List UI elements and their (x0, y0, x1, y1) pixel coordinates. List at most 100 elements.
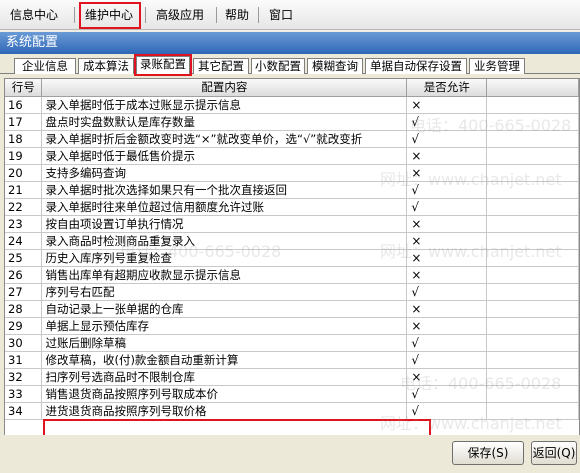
row-allowed-toggle[interactable]: √ (406, 113, 488, 131)
row-allowed-toggle[interactable]: √ (406, 198, 488, 216)
row-allowed-toggle[interactable]: × (406, 317, 488, 335)
row-number: 22 (5, 198, 43, 216)
row-filler (486, 164, 579, 182)
config-grid[interactable]: 行号 配置内容 是否允许 16 录入单据时低于成本过账显示提示信息 × 17 盘点时实… (4, 78, 580, 473)
row-filler (486, 232, 579, 250)
table-row[interactable]: 34 进货退货商品按照序列号取价格 √ (5, 402, 579, 420)
row-filler (486, 113, 579, 131)
table-row[interactable]: 20 支持多编码查询 × (5, 164, 579, 182)
column-header-content[interactable]: 配置内容 (41, 79, 408, 97)
row-number: 34 (5, 402, 43, 420)
back-button[interactable]: 返回(Q) (531, 441, 577, 465)
row-number: 20 (5, 164, 43, 182)
row-allowed-toggle[interactable]: × (406, 266, 488, 284)
column-header-allowed[interactable]: 是否允许 (406, 79, 488, 97)
tab-fuzzy-search[interactable]: 模糊查询 (307, 58, 363, 74)
table-row[interactable]: 19 录入单据时低于最低售价提示 × (5, 147, 579, 165)
table-row[interactable]: 25 历史入库序列号重复检查 × (5, 249, 579, 267)
row-number: 28 (5, 300, 43, 318)
config-table: 行号 配置内容 是否允许 16 录入单据时低于成本过账显示提示信息 × 17 盘点时实… (5, 79, 579, 420)
save-button[interactable]: 保存(S) (452, 441, 524, 465)
menu-maintenance-center[interactable]: 维护中心 (80, 5, 138, 25)
row-allowed-toggle[interactable]: × (406, 249, 488, 267)
row-allowed-toggle[interactable]: × (406, 147, 488, 165)
row-content: 盘点时实盘数默认是库存数量 (41, 113, 408, 131)
row-allowed-toggle[interactable]: √ (406, 351, 488, 369)
row-filler (486, 334, 579, 352)
row-number: 19 (5, 147, 43, 165)
row-allowed-toggle[interactable]: × (406, 96, 488, 114)
row-content: 历史入库序列号重复检查 (41, 249, 408, 267)
row-content: 支持多编码查询 (41, 164, 408, 182)
row-filler (486, 300, 579, 318)
tab-company-info[interactable]: 企业信息 (14, 58, 76, 74)
row-number: 26 (5, 266, 43, 284)
row-content: 录入单据时低于最低售价提示 (41, 147, 408, 165)
row-number: 18 (5, 130, 43, 148)
row-allowed-toggle[interactable]: × (406, 215, 488, 233)
row-content: 录入商品时检测商品重复录入 (41, 232, 408, 250)
row-filler (486, 317, 579, 335)
table-row[interactable]: 18 录入单据时折后金额改变时选“×”就改变单价，选“√”就改变折 √ (5, 130, 579, 148)
row-allowed-toggle[interactable]: × (406, 164, 488, 182)
row-filler (486, 351, 579, 369)
table-row[interactable]: 30 过账后删除草稿 √ (5, 334, 579, 352)
row-number: 17 (5, 113, 43, 131)
row-allowed-toggle[interactable]: √ (406, 283, 488, 301)
menu-separator (216, 7, 217, 23)
row-content: 录入单据时批次选择如果只有一个批次直接返回 (41, 181, 408, 199)
table-row[interactable]: 24 录入商品时检测商品重复录入 × (5, 232, 579, 250)
row-content: 按自由项设置订单执行情况 (41, 215, 408, 233)
tab-business-management[interactable]: 业务管理 (469, 58, 525, 74)
tab-decimal-config[interactable]: 小数配置 (251, 58, 305, 74)
table-row[interactable]: 21 录入单据时批次选择如果只有一个批次直接返回 √ (5, 181, 579, 199)
table-row[interactable]: 26 销售出库单有超期应收款显示提示信息 × (5, 266, 579, 284)
table-row[interactable]: 23 按自由项设置订单执行情况 × (5, 215, 579, 233)
row-content: 序列号右匹配 (41, 283, 408, 301)
menu-advanced[interactable]: 高级应用 (150, 5, 210, 25)
row-filler (486, 249, 579, 267)
row-number: 24 (5, 232, 43, 250)
row-allowed-toggle[interactable]: × (406, 368, 488, 386)
tab-other-config[interactable]: 其它配置 (193, 58, 249, 74)
row-allowed-toggle[interactable]: √ (406, 334, 488, 352)
tab-entry-config[interactable]: 录账配置 (136, 56, 190, 75)
table-row[interactable]: 28 自动记录上一张单据的仓库 × (5, 300, 579, 318)
row-number: 27 (5, 283, 43, 301)
table-row[interactable]: 31 修改草稿，收(付)款金额自动重新计算 √ (5, 351, 579, 369)
row-filler (486, 130, 579, 148)
table-row[interactable]: 32 扫序列号选商品时不限制仓库 × (5, 368, 579, 386)
button-bar: 保存(S) 返回(Q) (0, 435, 580, 473)
row-content: 进货退货商品按照序列号取价格 (41, 402, 408, 420)
row-allowed-toggle[interactable]: √ (406, 181, 488, 199)
row-content: 销售出库单有超期应收款显示提示信息 (41, 266, 408, 284)
row-content: 过账后删除草稿 (41, 334, 408, 352)
row-allowed-toggle[interactable]: √ (406, 402, 488, 420)
row-content: 单据上显示预估库存 (41, 317, 408, 335)
tab-auto-save[interactable]: 单据自动保存设置 (365, 58, 467, 74)
row-filler (486, 283, 579, 301)
column-header-filler (486, 79, 579, 97)
row-filler (486, 96, 579, 114)
table-row[interactable]: 29 单据上显示预估库存 × (5, 317, 579, 335)
row-number: 30 (5, 334, 43, 352)
menu-separator (145, 7, 146, 23)
row-allowed-toggle[interactable]: × (406, 300, 488, 318)
table-row[interactable]: 27 序列号右匹配 √ (5, 283, 579, 301)
row-allowed-toggle[interactable]: × (406, 232, 488, 250)
tab-cost-algorithm[interactable]: 成本算法 (78, 58, 134, 74)
row-content: 录入单据时往来单位超过信用额度允许过账 (41, 198, 408, 216)
row-number: 31 (5, 351, 43, 369)
table-row[interactable]: 22 录入单据时往来单位超过信用额度允许过账 √ (5, 198, 579, 216)
menu-info-center[interactable]: 信息中心 (4, 5, 64, 25)
column-header-row-no[interactable]: 行号 (5, 79, 43, 97)
table-row[interactable]: 17 盘点时实盘数默认是库存数量 √ (5, 113, 579, 131)
row-filler (486, 385, 579, 403)
row-allowed-toggle[interactable]: √ (406, 130, 488, 148)
table-row[interactable]: 16 录入单据时低于成本过账显示提示信息 × (5, 96, 579, 114)
row-filler (486, 198, 579, 216)
menu-window[interactable]: 窗口 (263, 5, 299, 25)
menu-help[interactable]: 帮助 (221, 5, 253, 25)
table-row[interactable]: 33 销售退货商品按照序列号取成本价 √ (5, 385, 579, 403)
row-allowed-toggle[interactable]: √ (406, 385, 488, 403)
